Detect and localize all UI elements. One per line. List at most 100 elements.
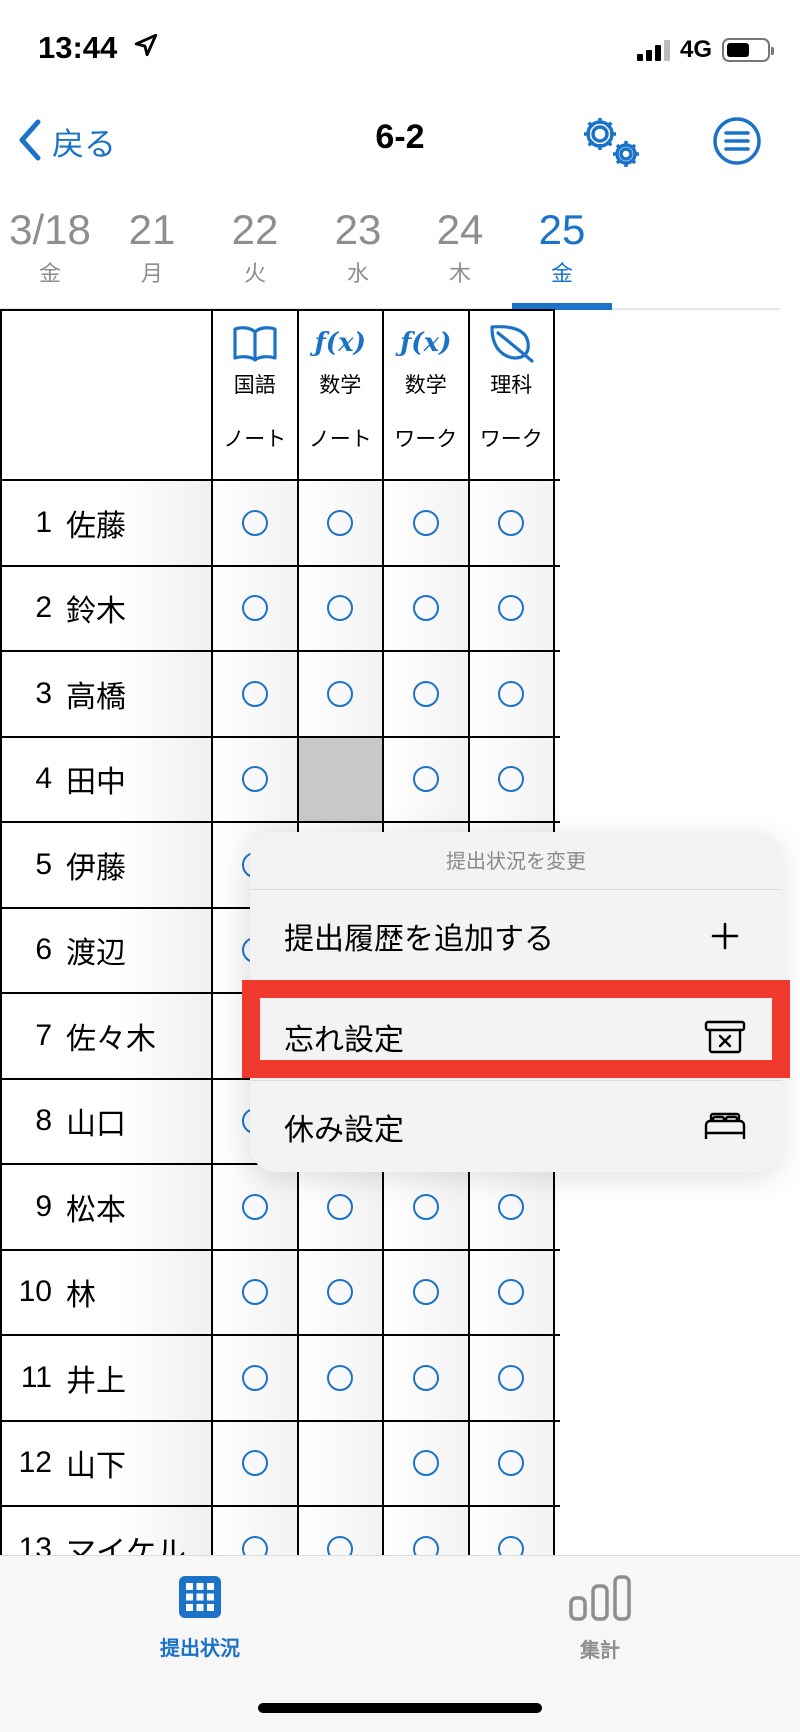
student-number: 9	[35, 1189, 52, 1223]
submission-cell[interactable]	[384, 1507, 470, 1555]
book-icon	[232, 323, 278, 363]
submission-cell[interactable]	[213, 1250, 299, 1334]
subject-type: ノート	[223, 427, 287, 451]
add-history-menu-item[interactable]: 提出履歴を追加する	[250, 890, 782, 982]
bed-icon	[702, 1107, 748, 1147]
grid-header-row: 国語 ノート ƒ(x) 数学 ノート ƒ(x) 数学 ワーク 理科 ワーク	[0, 311, 560, 481]
student-row: 2 鈴木	[0, 566, 560, 652]
submission-cell[interactable]	[384, 1421, 470, 1505]
student-name: 佐々木	[66, 1021, 156, 1057]
student-name-cell: 9 松本	[0, 1165, 213, 1249]
submission-cell[interactable]	[213, 652, 299, 736]
menu-button[interactable]	[712, 116, 762, 166]
student-number: 12	[18, 1446, 52, 1480]
submission-cell[interactable]	[298, 1336, 384, 1420]
function-icon: ƒ(x)	[314, 328, 366, 358]
submission-cell[interactable]	[469, 566, 555, 650]
student-name: 伊藤	[66, 850, 126, 886]
submission-cell[interactable]	[469, 1336, 555, 1420]
submission-cell[interactable]	[384, 481, 470, 565]
submission-cell[interactable]	[384, 1250, 470, 1334]
plus-icon	[702, 916, 748, 956]
subject-name: 数学	[404, 373, 447, 397]
nav-bar: 戻る 6-2	[0, 100, 800, 180]
submission-cell[interactable]	[213, 1507, 299, 1555]
date-tab-25[interactable]: 25 金	[512, 200, 612, 310]
student-number: 11	[20, 1360, 52, 1394]
absence-setting-menu-item[interactable]: 休み設定	[250, 1080, 782, 1172]
subject-type: ワーク	[479, 427, 543, 451]
student-number: 4	[35, 762, 52, 796]
submission-cell[interactable]	[298, 481, 384, 565]
submission-cell[interactable]	[384, 737, 470, 821]
gears-icon	[584, 118, 639, 167]
tab-summary[interactable]: 集計	[530, 1574, 670, 1663]
submitted-circle-icon	[498, 1279, 525, 1306]
submitted-circle-icon	[327, 1535, 354, 1555]
date-tab-21[interactable]: 21 月	[102, 200, 202, 308]
student-name-cell: 8 山口	[0, 1079, 213, 1163]
student-name-cell: 1 佐藤	[0, 481, 213, 565]
submission-cell[interactable]	[384, 1165, 470, 1249]
submission-cell[interactable]	[213, 1421, 299, 1505]
submission-cell[interactable]	[469, 1250, 555, 1334]
submission-cell[interactable]	[384, 1336, 470, 1420]
student-row: 11 井上	[0, 1336, 560, 1422]
student-name: 林	[66, 1278, 96, 1314]
submitted-circle-icon	[412, 1364, 439, 1391]
submission-cell[interactable]	[298, 652, 384, 736]
submission-cell[interactable]	[213, 1165, 299, 1249]
hamburger-circle-icon	[713, 117, 761, 165]
date-tab-24[interactable]: 24 木	[410, 200, 510, 308]
tab-submission-status[interactable]: 提出状況	[130, 1574, 270, 1661]
submission-cell[interactable]	[213, 1336, 299, 1420]
settings-button[interactable]	[578, 112, 646, 172]
date-weekday: 木	[448, 262, 471, 287]
submission-cell[interactable]	[469, 1507, 555, 1555]
submitted-circle-icon	[412, 1450, 439, 1477]
forgot-setting-menu-item[interactable]: 忘れ設定	[250, 994, 782, 1080]
submission-cell[interactable]	[469, 652, 555, 736]
student-row: 3 高橋	[0, 652, 560, 738]
student-name-cell: 11 井上	[0, 1336, 213, 1420]
submission-cell[interactable]	[298, 1165, 384, 1249]
submission-cell[interactable]	[469, 481, 555, 565]
tab-label: 集計	[580, 1638, 620, 1662]
student-number: 2	[35, 591, 52, 625]
date-weekday: 月	[140, 262, 163, 287]
date-number: 3/18	[9, 206, 91, 253]
submission-cell[interactable]	[469, 1421, 555, 1505]
date-tab-23[interactable]: 23 水	[308, 200, 408, 308]
submitted-circle-icon	[412, 1193, 439, 1220]
submitted-circle-icon	[327, 1364, 354, 1391]
date-number: 24	[436, 206, 484, 253]
student-name: マイケル	[66, 1534, 186, 1555]
student-name-cell: 4 田中	[0, 737, 213, 821]
function-icon: ƒ(x)	[400, 328, 452, 358]
student-name-cell: 10 林	[0, 1250, 213, 1334]
submission-cell[interactable]	[469, 1165, 555, 1249]
menu-item-label: 休み設定	[284, 1112, 404, 1148]
submitted-circle-icon	[498, 680, 525, 707]
student-number: 10	[18, 1275, 52, 1309]
date-tab-22[interactable]: 22 火	[205, 200, 305, 308]
date-tab-0318[interactable]: 3/18 金	[0, 200, 100, 308]
date-tabs: 3/18 金 21 月 22 火 23 水 24 木 25 金	[0, 200, 780, 310]
submission-cell[interactable]	[469, 737, 555, 821]
submission-cell[interactable]	[298, 1507, 384, 1555]
submitted-circle-icon	[241, 1450, 268, 1477]
submitted-circle-icon	[327, 1193, 354, 1220]
student-number: 5	[35, 847, 52, 881]
submission-cell[interactable]	[213, 566, 299, 650]
submission-cell[interactable]	[213, 481, 299, 565]
submission-cell[interactable]	[384, 566, 470, 650]
submission-cell[interactable]	[298, 566, 384, 650]
submitted-circle-icon	[498, 595, 525, 622]
submission-cell[interactable]	[298, 737, 384, 821]
submission-cell[interactable]	[213, 737, 299, 821]
submission-cell[interactable]	[298, 1250, 384, 1334]
student-row: 9 松本	[0, 1165, 560, 1251]
submission-cell[interactable]	[298, 1421, 384, 1505]
submitted-circle-icon	[327, 509, 354, 536]
submission-cell[interactable]	[384, 652, 470, 736]
